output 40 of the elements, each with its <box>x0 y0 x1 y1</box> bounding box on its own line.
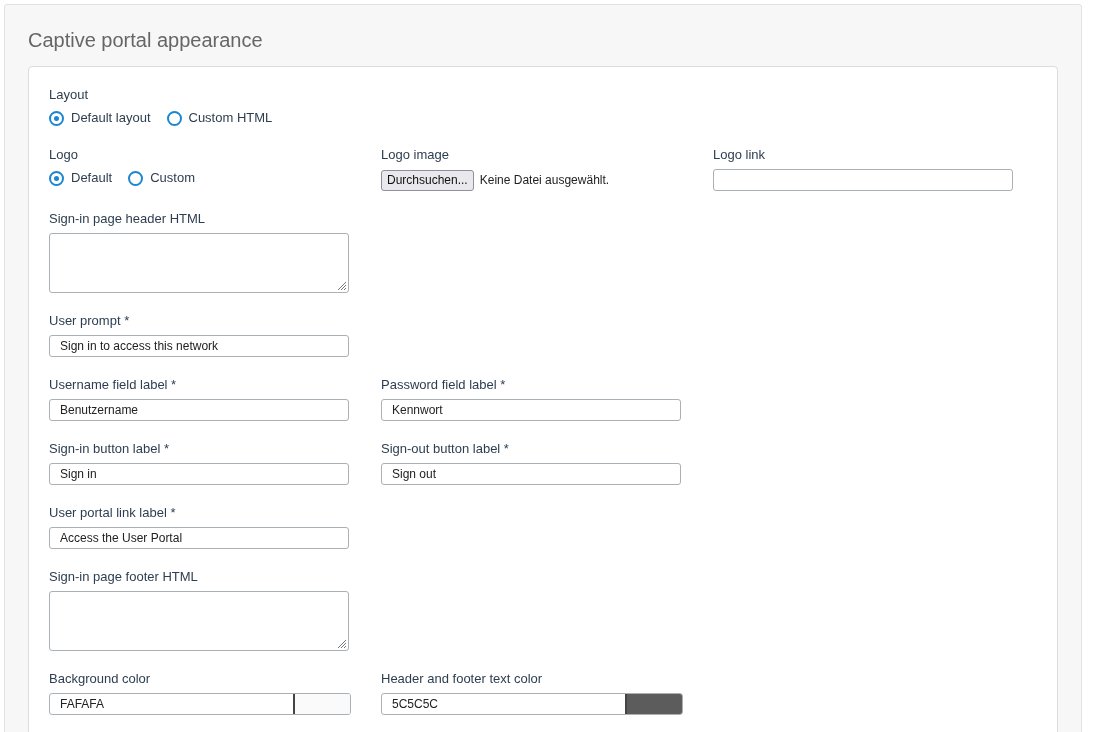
textarea-field[interactable] <box>49 233 349 293</box>
field-label: Logo image <box>381 147 450 163</box>
color-swatch[interactable] <box>625 694 682 714</box>
field-label: Sign-in page header HTML <box>49 211 207 227</box>
radio-button[interactable] <box>166 110 182 126</box>
panel-title: Captive portal appearance <box>28 28 264 53</box>
radio-button[interactable] <box>128 170 144 186</box>
field-label: Sign-in page footer HTML <box>49 569 199 585</box>
color-swatch[interactable] <box>293 694 350 714</box>
field-label: Header and footer text color <box>381 671 544 687</box>
resize-handle-icon[interactable] <box>335 279 347 291</box>
field-label: Logo link <box>713 147 767 163</box>
radio-option[interactable]: Default layout <box>49 108 151 128</box>
field-label: Sign-out button label * <box>381 441 510 457</box>
radio-option[interactable]: Default <box>49 168 113 188</box>
color-field[interactable]: 5C5C5C <box>381 693 683 715</box>
field-label: Sign-in button label * <box>49 441 170 457</box>
browse-button[interactable]: Durchsuchen... <box>381 169 474 191</box>
text-field[interactable]: Kennwort <box>381 399 681 421</box>
text-field[interactable]: Benutzername <box>49 399 349 421</box>
radio-option[interactable]: Custom HTML <box>166 108 273 128</box>
file-status: Keine Datei ausgewählt. <box>479 172 610 189</box>
text-field[interactable]: Sign in to access this network <box>49 335 349 357</box>
radio-button[interactable] <box>49 110 64 126</box>
field-label: Background color <box>49 671 152 687</box>
radio-option[interactable]: Custom <box>128 168 195 188</box>
color-field[interactable]: FAFAFA <box>49 693 351 715</box>
text-field[interactable]: Access the User Portal <box>49 527 349 549</box>
field-label: Layout <box>49 87 90 103</box>
field-label: Username field label * <box>49 377 178 393</box>
field-label: Logo <box>49 147 79 163</box>
text-field[interactable] <box>713 169 1013 191</box>
text-field[interactable]: Sign in <box>49 463 349 485</box>
resize-handle-icon[interactable] <box>335 637 347 649</box>
field-label: User prompt * <box>49 313 131 329</box>
field-label: Password field label * <box>381 377 507 393</box>
textarea-field[interactable] <box>49 591 349 651</box>
field-label: User portal link label * <box>49 505 177 521</box>
text-field[interactable]: Sign out <box>381 463 681 485</box>
radio-button[interactable] <box>49 170 64 186</box>
